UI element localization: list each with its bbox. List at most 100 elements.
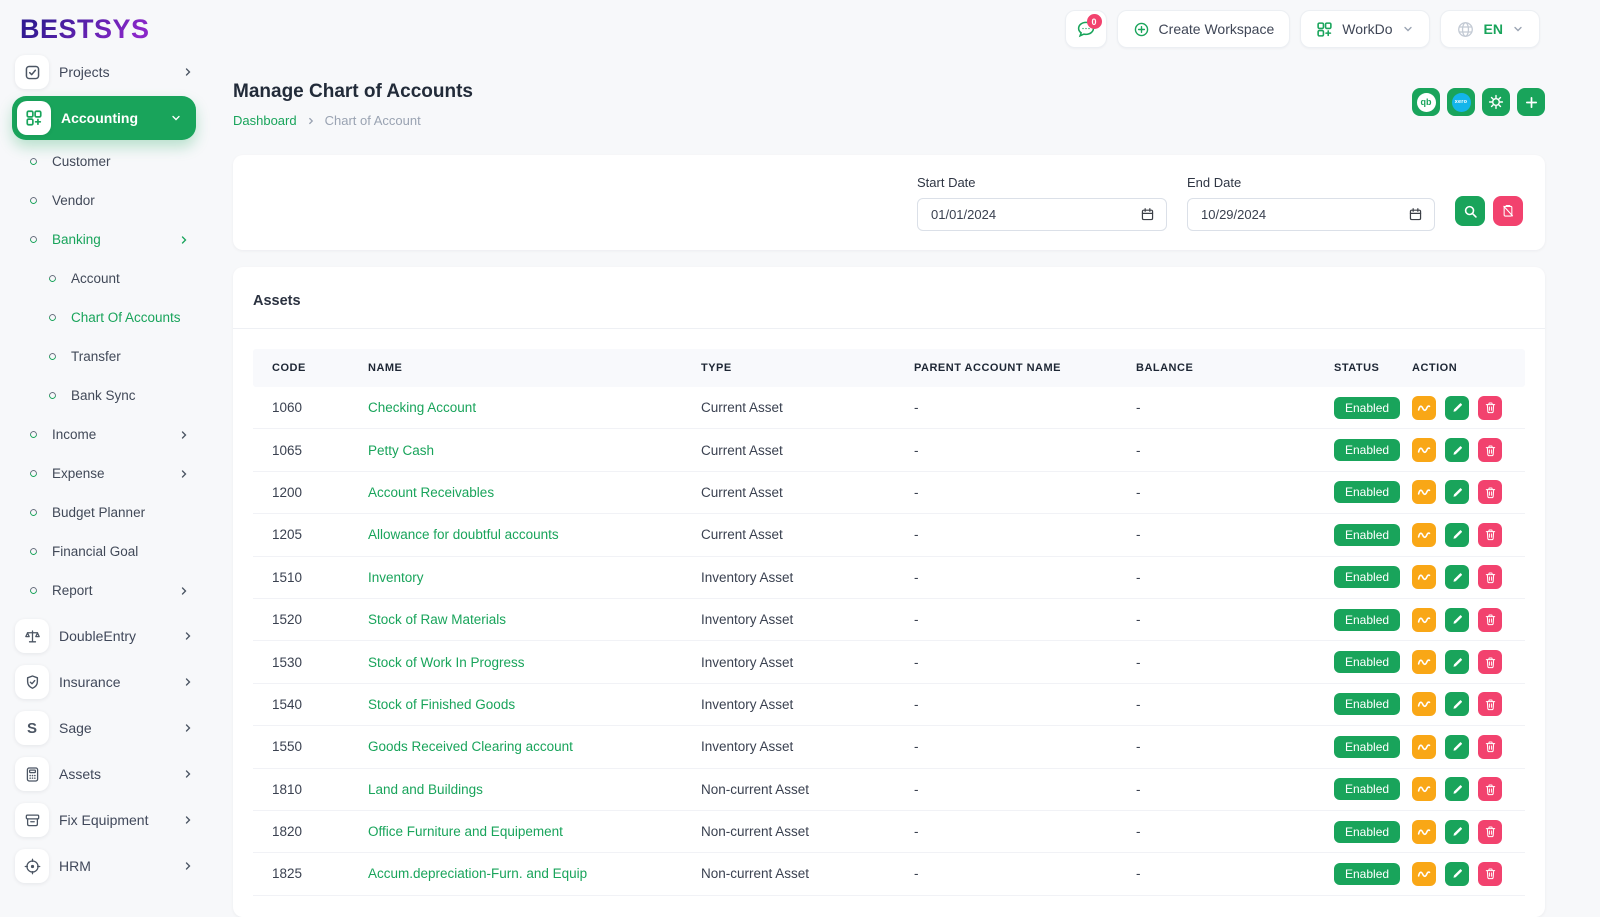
section-title: Assets	[253, 267, 1525, 309]
delete-button[interactable]	[1478, 650, 1502, 674]
messages-button[interactable]: 0	[1065, 10, 1107, 48]
delete-button[interactable]	[1478, 692, 1502, 716]
delete-button[interactable]	[1478, 820, 1502, 844]
table-row: 1810 Land and Buildings Non-current Asse…	[253, 769, 1525, 811]
clipboard-slash-icon	[1501, 204, 1515, 218]
sidebar-item-bank-sync[interactable]: Bank Sync	[0, 376, 220, 415]
start-date-field: Start Date	[917, 175, 1167, 230]
delete-button[interactable]	[1478, 777, 1502, 801]
edit-button[interactable]	[1445, 480, 1469, 504]
edit-button[interactable]	[1445, 820, 1469, 844]
search-button[interactable]	[1455, 196, 1485, 226]
target-icon	[15, 849, 49, 883]
edit-button[interactable]	[1445, 650, 1469, 674]
wave-icon	[1417, 697, 1431, 711]
end-date-value[interactable]	[1199, 206, 1408, 223]
edit-button[interactable]	[1445, 565, 1469, 589]
sidebar-item-customer[interactable]: Customer	[0, 142, 220, 181]
delete-button[interactable]	[1478, 608, 1502, 632]
pencil-icon	[1451, 740, 1464, 753]
delete-button[interactable]	[1478, 480, 1502, 504]
sidebar-item-transfer[interactable]: Transfer	[0, 337, 220, 376]
start-date-input[interactable]	[917, 198, 1167, 231]
edit-button[interactable]	[1445, 692, 1469, 716]
account-name-link[interactable]: Goods Received Clearing account	[368, 739, 701, 754]
transactions-button[interactable]	[1412, 820, 1436, 844]
settings-button[interactable]	[1482, 88, 1510, 116]
delete-button[interactable]	[1478, 523, 1502, 547]
add-account-button[interactable]	[1517, 88, 1545, 116]
sidebar-item-doubleentry[interactable]: DoubleEntry	[0, 614, 220, 658]
account-name-link[interactable]: Allowance for doubtful accounts	[368, 527, 701, 542]
end-date-input[interactable]	[1187, 198, 1435, 231]
chevron-right-icon	[182, 814, 194, 826]
account-name-link[interactable]: Land and Buildings	[368, 782, 701, 797]
sidebar-item-income[interactable]: Income	[0, 415, 220, 454]
sidebar-item-account[interactable]: Account	[0, 259, 220, 298]
plus-circle-icon	[1133, 21, 1150, 38]
sidebar-item-fix-equipment[interactable]: Fix Equipment	[0, 798, 220, 842]
transactions-button[interactable]	[1412, 438, 1436, 462]
transactions-button[interactable]	[1412, 608, 1436, 632]
reset-filter-button[interactable]	[1493, 196, 1523, 226]
sidebar-item-assets[interactable]: Assets	[0, 752, 220, 796]
transactions-button[interactable]	[1412, 692, 1436, 716]
account-name-link[interactable]: Stock of Work In Progress	[368, 655, 701, 670]
chevron-right-icon	[182, 768, 194, 780]
sidebar-item-report[interactable]: Report	[0, 571, 220, 610]
calendar-icon[interactable]	[1140, 207, 1155, 222]
account-name-link[interactable]: Stock of Raw Materials	[368, 612, 701, 627]
transactions-button[interactable]	[1412, 523, 1436, 547]
account-name-link[interactable]: Account Receivables	[368, 485, 701, 500]
account-code: 1510	[272, 570, 368, 585]
xero-button[interactable]: xero	[1447, 88, 1475, 116]
create-workspace-button[interactable]: Create Workspace	[1117, 10, 1291, 48]
delete-button[interactable]	[1478, 862, 1502, 886]
sidebar-item-budget-planner[interactable]: Budget Planner	[0, 493, 220, 532]
status-badge: Enabled	[1334, 481, 1400, 503]
edit-button[interactable]	[1445, 862, 1469, 886]
sidebar-item-hrm[interactable]: HRM	[0, 844, 220, 888]
transactions-button[interactable]	[1412, 565, 1436, 589]
account-name-link[interactable]: Checking Account	[368, 400, 701, 415]
start-date-value[interactable]	[929, 206, 1140, 223]
status-badge: Enabled	[1334, 609, 1400, 631]
edit-button[interactable]	[1445, 523, 1469, 547]
breadcrumb-dashboard-link[interactable]: Dashboard	[233, 113, 297, 128]
quickbooks-button[interactable]: qb	[1412, 88, 1440, 116]
sidebar-item-expense[interactable]: Expense	[0, 454, 220, 493]
table-row: 1200 Account Receivables Current Asset -…	[253, 472, 1525, 514]
table-row: 1510 Inventory Inventory Asset - - Enabl…	[253, 557, 1525, 599]
transactions-button[interactable]	[1412, 735, 1436, 759]
edit-button[interactable]	[1445, 608, 1469, 632]
sidebar-item-projects[interactable]: Projects	[0, 50, 220, 94]
transactions-button[interactable]	[1412, 480, 1436, 504]
transactions-button[interactable]	[1412, 396, 1436, 420]
delete-button[interactable]	[1478, 438, 1502, 462]
account-name-link[interactable]: Inventory	[368, 570, 701, 585]
account-name-link[interactable]: Accum.depreciation-Furn. and Equip	[368, 866, 701, 881]
sidebar-item-insurance[interactable]: Insurance	[0, 660, 220, 704]
account-name-link[interactable]: Stock of Finished Goods	[368, 697, 701, 712]
account-name-link[interactable]: Petty Cash	[368, 443, 701, 458]
language-dropdown[interactable]: EN	[1440, 10, 1540, 48]
edit-button[interactable]	[1445, 777, 1469, 801]
sidebar-item-accounting[interactable]: Accounting	[12, 96, 196, 140]
sidebar-item-banking[interactable]: Banking	[0, 220, 220, 259]
account-name-link[interactable]: Office Furniture and Equipement	[368, 824, 701, 839]
edit-button[interactable]	[1445, 735, 1469, 759]
delete-button[interactable]	[1478, 396, 1502, 420]
transactions-button[interactable]	[1412, 862, 1436, 886]
sidebar-item-vendor[interactable]: Vendor	[0, 181, 220, 220]
edit-button[interactable]	[1445, 396, 1469, 420]
sidebar-item-financial-goal[interactable]: Financial Goal	[0, 532, 220, 571]
edit-button[interactable]	[1445, 438, 1469, 462]
calendar-icon[interactable]	[1408, 207, 1423, 222]
sidebar-item-chart-of-accounts[interactable]: Chart Of Accounts	[0, 298, 220, 337]
transactions-button[interactable]	[1412, 650, 1436, 674]
delete-button[interactable]	[1478, 735, 1502, 759]
workspace-dropdown[interactable]: WorkDo	[1300, 10, 1429, 48]
delete-button[interactable]	[1478, 565, 1502, 589]
sidebar-item-sage[interactable]: S Sage	[0, 706, 220, 750]
transactions-button[interactable]	[1412, 777, 1436, 801]
